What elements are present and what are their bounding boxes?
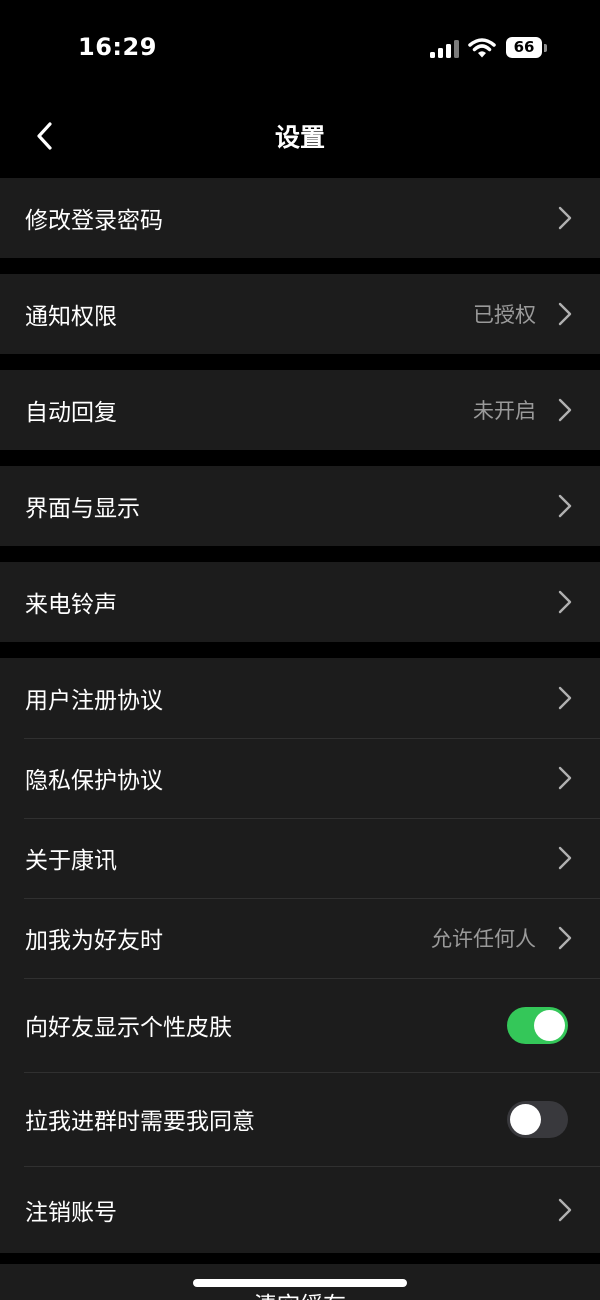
settings-group: 用户注册协议 隐私保护协议 关于康讯 加我为好友时 允许任何人 向好友显示个性皮…	[0, 658, 600, 1253]
row-label: 自动回复	[25, 400, 117, 426]
row-ringtone[interactable]: 来电铃声	[0, 562, 600, 642]
chevron-right-icon	[558, 686, 572, 710]
row-interface-display[interactable]: 界面与显示	[0, 466, 600, 546]
chevron-right-icon	[558, 302, 572, 326]
row-value: 允许任何人	[431, 927, 536, 951]
row-notification-permission[interactable]: 通知权限 已授权	[0, 274, 600, 354]
row-label: 向好友显示个性皮肤	[25, 1015, 232, 1041]
status-time: 16:29	[78, 33, 157, 61]
settings-group: 界面与显示	[0, 466, 600, 546]
toggle-knob	[534, 1009, 565, 1041]
settings-group: 来电铃声	[0, 562, 600, 642]
row-label: 修改登录密码	[25, 208, 163, 234]
chevron-right-icon	[558, 590, 572, 614]
row-show-skin: 向好友显示个性皮肤	[0, 978, 600, 1072]
row-privacy-agreement[interactable]: 隐私保护协议	[0, 738, 600, 818]
battery-icon: 66	[506, 37, 542, 58]
row-user-agreement[interactable]: 用户注册协议	[0, 658, 600, 738]
toggle-knob	[510, 1103, 541, 1135]
row-group-invite-consent: 拉我进群时需要我同意	[0, 1072, 600, 1166]
row-label: 通知权限	[25, 304, 117, 330]
home-indicator	[193, 1279, 407, 1287]
chevron-right-icon	[558, 846, 572, 870]
row-add-friend-permission[interactable]: 加我为好友时 允许任何人	[0, 898, 600, 978]
page-title: 设置	[274, 123, 325, 152]
chevron-right-icon	[558, 398, 572, 422]
clear-cache-label: 清空缓存	[0, 1286, 600, 1300]
row-change-password[interactable]: 修改登录密码	[0, 178, 600, 258]
row-label: 拉我进群时需要我同意	[25, 1109, 255, 1135]
row-label: 加我为好友时	[25, 928, 163, 954]
settings-list: 修改登录密码 通知权限 已授权 自动回复 未开启 界面与显示 来电铃声 用户注册…	[0, 178, 600, 1269]
row-label: 关于康讯	[25, 848, 117, 874]
row-label: 来电铃声	[25, 592, 117, 618]
cellular-signal-icon	[430, 40, 460, 58]
chevron-right-icon	[558, 1198, 572, 1221]
row-value: 未开启	[473, 399, 536, 423]
nav-bar: 设置	[0, 96, 600, 178]
row-label: 隐私保护协议	[25, 768, 163, 794]
show-skin-toggle[interactable]	[507, 1006, 568, 1044]
battery-cap	[544, 44, 547, 52]
status-bar: 16:29 66	[0, 0, 600, 96]
row-value: 已授权	[473, 303, 536, 327]
chevron-right-icon	[558, 926, 572, 950]
settings-group: 自动回复 未开启	[0, 370, 600, 450]
row-delete-account[interactable]: 注销账号	[0, 1166, 600, 1253]
row-label: 注销账号	[25, 1199, 117, 1226]
settings-group: 通知权限 已授权	[0, 274, 600, 354]
row-about[interactable]: 关于康讯	[0, 818, 600, 898]
row-label: 界面与显示	[25, 496, 140, 522]
chevron-right-icon	[558, 206, 572, 230]
group-invite-consent-toggle[interactable]	[507, 1100, 568, 1138]
chevron-right-icon	[558, 494, 572, 518]
row-label: 用户注册协议	[25, 688, 163, 714]
wifi-icon	[468, 38, 496, 58]
settings-group: 修改登录密码	[0, 178, 600, 258]
chevron-right-icon	[558, 766, 572, 790]
row-auto-reply[interactable]: 自动回复 未开启	[0, 370, 600, 450]
